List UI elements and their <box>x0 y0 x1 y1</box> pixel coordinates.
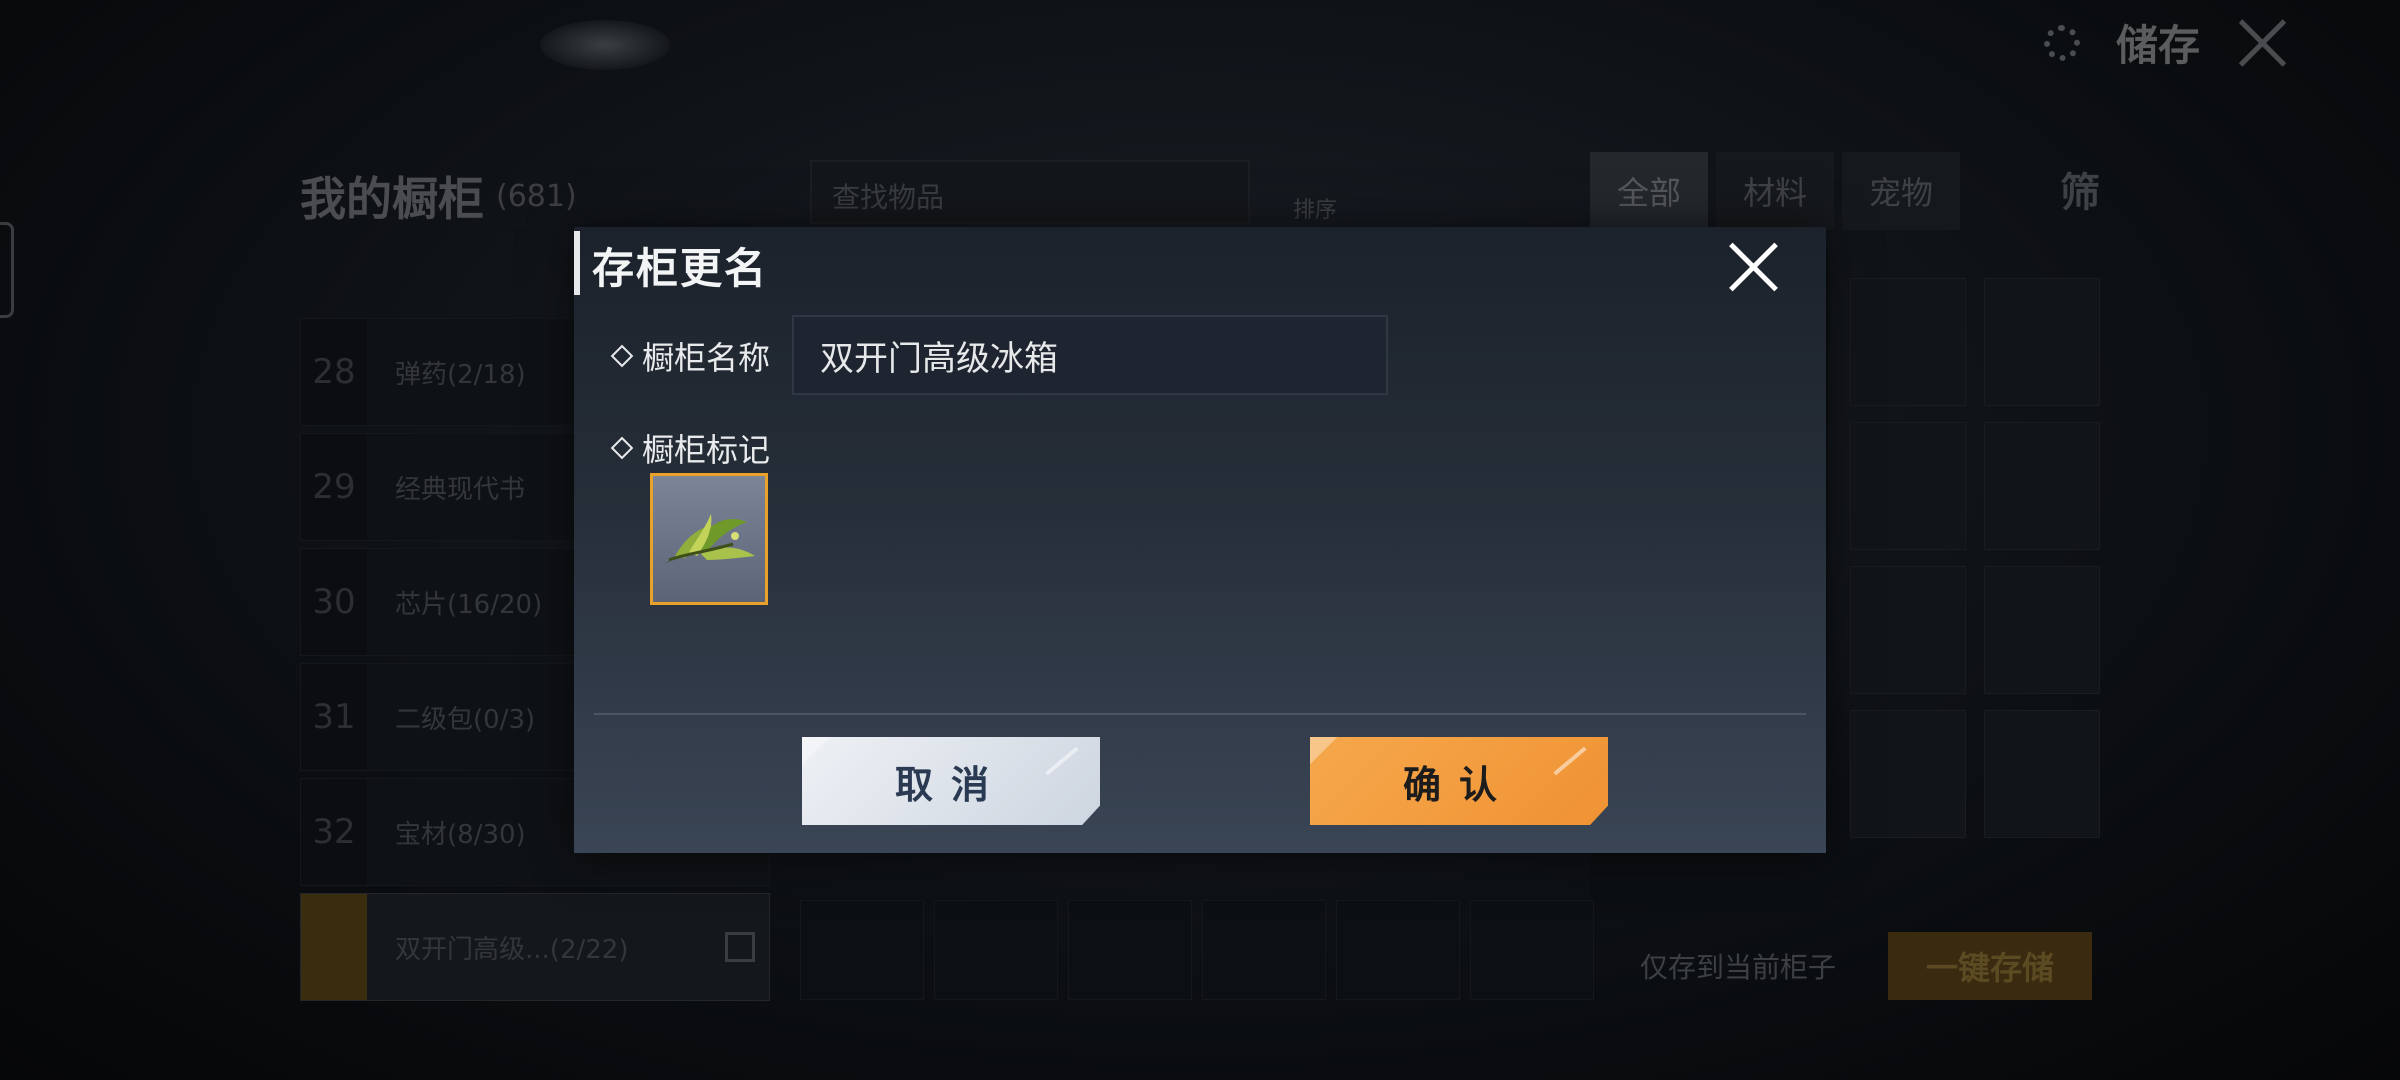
item-grid <box>1850 278 2100 838</box>
locker-header: 我的橱柜 (681) 查找物品 排序 <box>300 160 1350 232</box>
gear-icon[interactable] <box>2043 24 2080 61</box>
title-accent-bar <box>574 231 580 295</box>
cancel-button[interactable]: 取消 <box>802 737 1100 825</box>
tab-pets[interactable]: 宠物 <box>1842 152 1960 230</box>
tab-materials[interactable]: 材料 <box>1716 152 1834 230</box>
side-drawer-handle[interactable] <box>0 222 14 318</box>
top-bar: 储存 <box>2043 12 2290 73</box>
confirm-button[interactable]: 确认 <box>1310 737 1608 825</box>
game-screen: 储存 我的橱柜 (681) 查找物品 排序 全部 材料 宠物 筛 28 弹药(2… <box>0 0 2400 1080</box>
item-cell[interactable] <box>1984 566 2100 694</box>
category-tabs: 全部 材料 宠物 <box>1590 152 1960 230</box>
cabinet-mark-label: 橱柜标记 <box>610 425 771 471</box>
locker-slot[interactable] <box>1202 900 1326 1000</box>
locker-slot[interactable] <box>1336 900 1460 1000</box>
button-streak-decoration <box>1553 746 1587 776</box>
green-plant-icon <box>663 514 755 564</box>
ceiling-lamp <box>540 20 670 70</box>
cabinet-mark-label-text: 橱柜标记 <box>642 431 771 469</box>
locker-number: 32 <box>301 779 367 885</box>
store-controls: 仅存到当前柜子 一键存储 <box>1640 932 2093 1000</box>
close-icon[interactable] <box>2236 16 2290 70</box>
item-cell[interactable] <box>1850 566 1966 694</box>
item-cell[interactable] <box>1850 422 1966 550</box>
cabinet-name-label-text: 橱柜名称 <box>642 339 771 377</box>
one-click-store-button[interactable]: 一键存储 <box>1888 932 2093 1000</box>
locker-row-selected[interactable]: 双开门高级...(2/22) <box>300 893 770 1001</box>
item-cell[interactable] <box>1984 422 2100 550</box>
diamond-bullet-icon <box>610 344 634 368</box>
button-corner-decoration <box>1310 737 1340 767</box>
locker-title: 我的橱柜 <box>300 172 484 226</box>
storage-title: 储存 <box>2115 21 2200 70</box>
dialog-header: 存柜更名 <box>574 227 1826 299</box>
locker-name: 芯片(16/20) <box>395 589 543 620</box>
diamond-bullet-icon <box>610 436 634 460</box>
close-icon[interactable] <box>1728 241 1780 293</box>
locker-count: (681) <box>496 178 577 214</box>
locker-number <box>301 894 367 1000</box>
locker-name: 双开门高级...(2/22) <box>395 934 629 965</box>
item-cell[interactable] <box>1850 278 1966 406</box>
item-cell[interactable] <box>1850 710 1966 838</box>
cancel-button-label: 取消 <box>894 762 1007 807</box>
cabinet-name-input[interactable]: 双开门高级冰箱 <box>792 315 1388 395</box>
cabinet-name-label: 橱柜名称 <box>610 333 771 379</box>
item-cell[interactable] <box>1984 710 2100 838</box>
dialog-title: 存柜更名 <box>592 244 769 293</box>
locker-name: 经典现代书 <box>395 474 526 505</box>
confirm-button-label: 确认 <box>1402 762 1515 807</box>
locker-slots <box>800 900 1594 1000</box>
sort-button[interactable]: 排序 <box>1260 160 1370 224</box>
locker-slot[interactable] <box>934 900 1058 1000</box>
locker-name: 弹药(2/18) <box>395 359 526 390</box>
button-streak-decoration <box>1045 746 1079 776</box>
locker-slot[interactable] <box>800 900 924 1000</box>
edit-icon[interactable] <box>725 932 755 962</box>
tab-all[interactable]: 全部 <box>1590 152 1708 230</box>
item-cell[interactable] <box>1984 278 2100 406</box>
locker-number: 28 <box>301 319 367 425</box>
locker-name: 二级包(0/3) <box>395 704 536 735</box>
locker-slot[interactable] <box>1068 900 1192 1000</box>
locker-number: 31 <box>301 664 367 770</box>
cabinet-mark-option-selected[interactable] <box>650 473 768 605</box>
button-corner-decoration <box>802 737 832 767</box>
search-input[interactable]: 查找物品 <box>810 160 1250 224</box>
only-current-cabinet-toggle[interactable]: 仅存到当前柜子 <box>1640 946 1836 986</box>
locker-name: 宝材(8/30) <box>395 819 526 850</box>
rename-cabinet-dialog: 存柜更名 橱柜名称 双开门高级冰箱 橱柜标记 取消 确认 <box>574 227 1826 853</box>
dialog-divider <box>594 713 1806 715</box>
locker-slot[interactable] <box>1470 900 1594 1000</box>
filter-button[interactable]: 筛 <box>2060 160 2100 218</box>
locker-number: 29 <box>301 434 367 540</box>
locker-number: 30 <box>301 549 367 655</box>
